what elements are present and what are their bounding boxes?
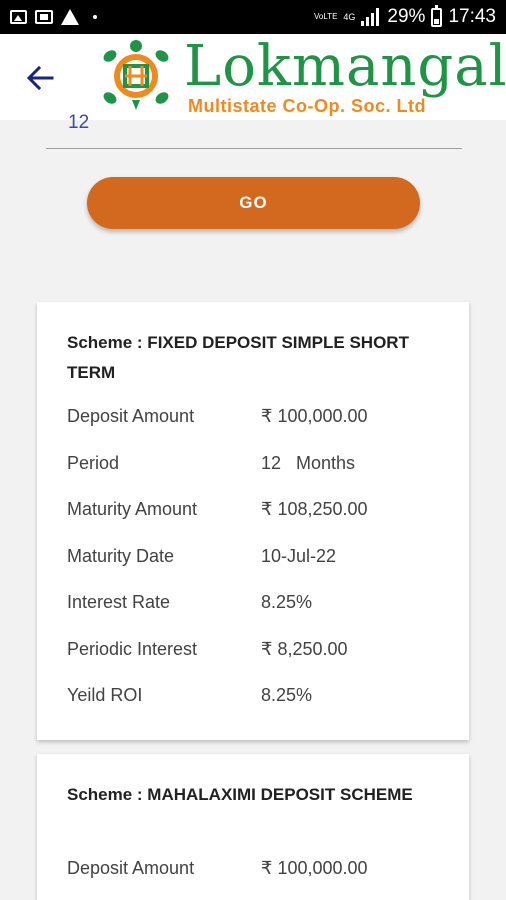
scheme-title: Scheme : MAHALAXIMI DEPOSIT SCHEME [67, 785, 413, 804]
deposit-amount-label: Deposit Amount [67, 406, 195, 426]
brand-name: Lokmangal [184, 34, 506, 99]
clock: 17:43 [448, 6, 496, 27]
yield-roi-label: Yeild ROI [67, 685, 143, 705]
deposit-amount-label: Deposit Amount [67, 858, 195, 878]
dot-icon [93, 15, 97, 19]
back-arrow-icon [26, 65, 54, 91]
battery-icon [431, 4, 443, 27]
maturity-amount-value: ₹ 108,250.00 [261, 499, 368, 519]
brand-subtitle: Multistate Co-Op. Soc. Ltd [188, 96, 426, 116]
back-button[interactable] [22, 60, 58, 96]
yield-roi-value: 8.25% [261, 685, 313, 705]
deposit-amount-value: ₹ 100,000.00 [261, 858, 368, 878]
volte-indicator: VoLTE [313, 12, 338, 21]
maturity-date-label: Maturity Date [67, 546, 175, 566]
interest-rate-value: 8.25% [261, 592, 313, 612]
battery-percent: 29% [387, 6, 426, 27]
warning-icon [61, 9, 79, 25]
scheme-title: Scheme : FIXED DEPOSIT SIMPLE SHORT TERM [67, 333, 409, 382]
maturity-amount-label: Maturity Amount [67, 499, 198, 519]
scheme-card: Scheme : MAHALAXIMI DEPOSIT SCHEME Depos… [37, 754, 469, 900]
interest-rate-label: Interest Rate [67, 592, 171, 612]
image-icon [10, 10, 27, 24]
period-input[interactable]: 12 [68, 112, 89, 134]
maturity-date-value: 10-Jul-22 [261, 546, 337, 566]
turtle-emblem-icon [103, 40, 169, 110]
periodic-interest-label: Periodic Interest [67, 639, 198, 659]
period-value: 12 Months [261, 453, 356, 473]
brand-logo: Lokmangal Multistate Co-Op. Soc. Ltd [92, 34, 506, 118]
scheme-card: Scheme : FIXED DEPOSIT SIMPLE SHORT TERM… [37, 302, 469, 740]
system-status: VoLTE 4G 29% 17:43 [313, 4, 496, 29]
deposit-amount-value: ₹ 100,000.00 [261, 406, 368, 426]
go-button[interactable]: GO [87, 177, 420, 229]
periodic-interest-value: ₹ 8,250.00 [261, 639, 348, 659]
network-type: 4G [343, 11, 356, 22]
input-underline [46, 148, 462, 149]
notification-icons [10, 7, 97, 27]
app-bar: Lokmangal Multistate Co-Op. Soc. Ltd [0, 34, 506, 120]
signal-icon [361, 8, 381, 26]
period-label: Period [67, 453, 120, 473]
status-bar: VoLTE 4G 29% 17:43 [0, 0, 506, 34]
gallery-icon [35, 10, 53, 24]
